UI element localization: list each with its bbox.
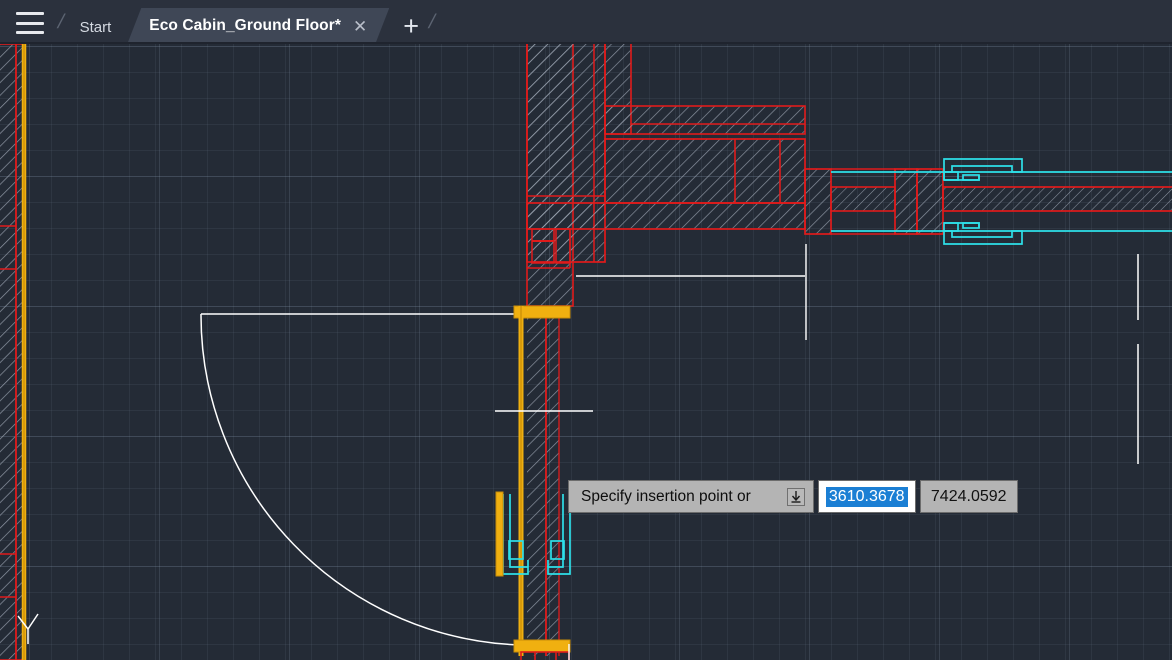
middle-vertical-wall [527,306,559,656]
dynamic-input-y-value: 7424.0592 [931,488,1007,506]
new-tab-button[interactable]: + [403,13,419,40]
dynamic-input-y-field[interactable]: 7424.0592 [920,480,1018,513]
selected-door-leaf[interactable] [496,492,503,576]
tab-start[interactable]: Start [70,10,128,44]
hamburger-menu-icon[interactable] [16,12,44,34]
drawing-canvas[interactable]: Specify insertion point or 3610.3678 742… [0,44,1172,660]
tab-eco-cabin-ground-floor[interactable]: Eco Cabin_Ground Floor* ✕ [127,8,389,44]
dynamic-input-x-value: 3610.3678 [826,487,908,507]
hamburger-bar [16,22,44,25]
left-exterior-wall [0,44,24,660]
tab-trailing-separator: / [426,11,437,34]
tab-separator: / [55,11,66,34]
dynamic-input-prompt: Specify insertion point or [568,480,814,513]
horizontal-wall-with-door [805,169,1172,234]
selected-door-jamb-bottom[interactable] [514,640,570,652]
hamburger-bar [16,12,44,15]
tab-start-label: Start [80,19,112,36]
dynamic-input-tooltip[interactable]: Specify insertion point or 3610.3678 742… [568,480,1018,513]
floor-plan-geometry [0,44,1172,660]
top-wall-junction-detail [527,44,805,306]
down-arrow-icon[interactable] [787,488,805,506]
door-swing-arc [201,314,521,645]
tab-active-label: Eco Cabin_Ground Floor* [149,17,341,35]
title-tab-bar: / Start Eco Cabin_Ground Floor* ✕ + / [0,0,1172,44]
dynamic-input-x-field[interactable]: 3610.3678 [818,480,916,513]
hamburger-bar [16,31,44,34]
close-icon[interactable]: ✕ [353,18,367,35]
dynamic-input-prompt-text: Specify insertion point or [581,488,777,506]
